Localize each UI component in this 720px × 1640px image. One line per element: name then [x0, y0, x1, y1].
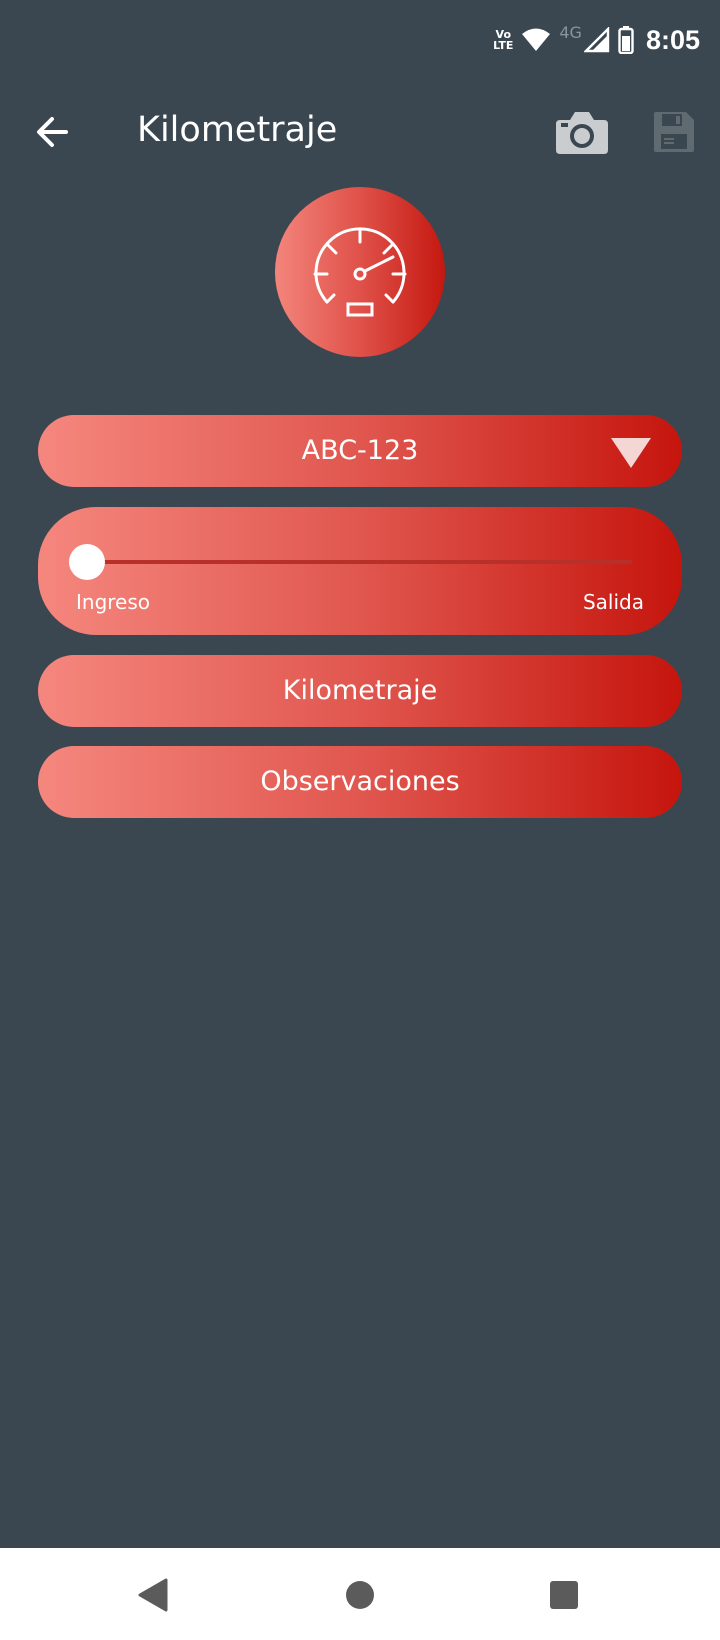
save-button[interactable] — [652, 110, 696, 154]
system-nav-bar — [0, 1548, 720, 1640]
observations-placeholder: Observaciones — [260, 766, 460, 797]
wifi-icon — [522, 28, 551, 51]
slider-label-salida: Salida — [582, 590, 644, 614]
battery-icon — [618, 26, 634, 54]
app-bar: Kilometraje — [0, 90, 720, 174]
camera-icon — [556, 112, 608, 154]
observations-field[interactable]: Observaciones — [38, 746, 682, 818]
status-bar: Vo LTE 4G 8:05 — [0, 0, 720, 80]
nav-recents-icon[interactable] — [550, 1581, 578, 1609]
arrow-left-icon — [37, 117, 68, 147]
clock: 8:05 — [645, 24, 700, 55]
speedometer-badge — [275, 187, 445, 357]
direction-slider-thumb[interactable] — [69, 544, 105, 580]
floppy-disk-icon — [654, 112, 694, 152]
plate-select[interactable]: ABC-123 — [38, 415, 682, 487]
slider-label-ingreso: Ingreso — [76, 590, 151, 614]
mileage-placeholder: Kilometraje — [282, 675, 438, 706]
lte-label: LTE — [493, 39, 514, 52]
network-type-label: 4G — [559, 22, 582, 42]
direction-slider-track[interactable] — [88, 560, 632, 564]
speedometer-icon — [313, 227, 407, 317]
direction-slider-card: Ingreso Salida — [38, 507, 682, 635]
plate-select-value: ABC-123 — [301, 435, 419, 466]
nav-home-icon[interactable] — [346, 1581, 374, 1609]
page-title: Kilometraje — [137, 110, 338, 150]
triangle-down-icon — [611, 438, 651, 468]
back-button[interactable] — [30, 108, 78, 156]
camera-button[interactable] — [554, 108, 610, 158]
volte-icon: Vo LTE — [493, 29, 513, 51]
nav-back-icon[interactable] — [138, 1578, 168, 1612]
status-icons: Vo LTE 4G 8:05 — [493, 22, 700, 58]
signal-icon — [583, 27, 610, 53]
mileage-field[interactable]: Kilometraje — [38, 655, 682, 727]
